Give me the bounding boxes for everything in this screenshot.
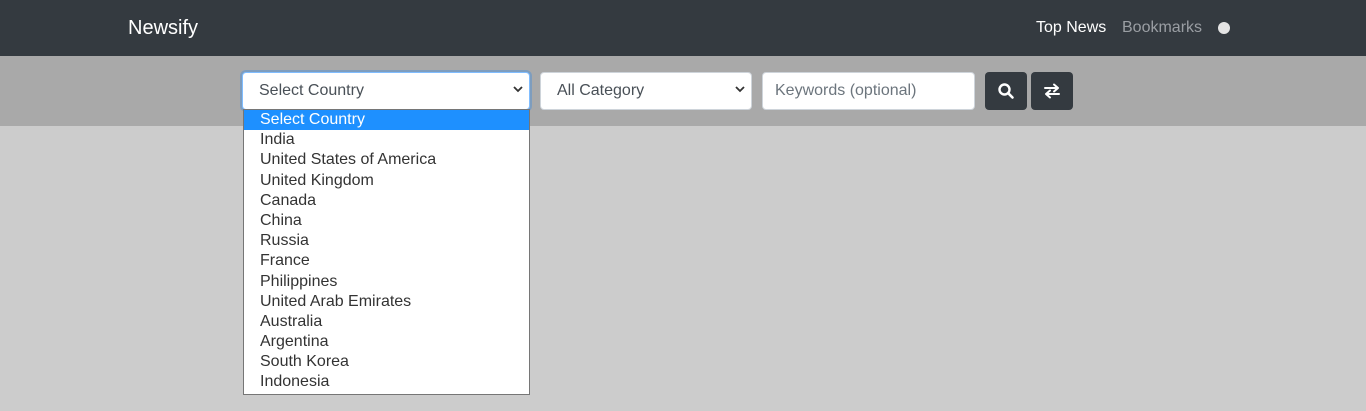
category-select[interactable]: All Category xyxy=(540,72,752,110)
theme-toggle-icon[interactable] xyxy=(1218,22,1230,34)
country-select[interactable]: Select Country xyxy=(242,72,530,110)
country-option[interactable]: Philippines xyxy=(244,272,529,292)
country-option[interactable]: South Korea xyxy=(244,352,529,372)
country-option[interactable]: United Kingdom xyxy=(244,171,529,191)
country-option[interactable]: Select Country xyxy=(244,110,529,130)
country-option[interactable]: China xyxy=(244,211,529,231)
swap-button[interactable] xyxy=(1031,72,1073,110)
country-option[interactable]: India xyxy=(244,130,529,150)
keywords-input[interactable]: Keywords (optional) xyxy=(762,72,975,110)
search-button[interactable] xyxy=(985,72,1027,110)
country-dropdown-list: Select Country India United States of Am… xyxy=(243,109,530,395)
category-select-value: All Category xyxy=(557,82,645,99)
country-option[interactable]: Australia xyxy=(244,312,529,332)
country-option[interactable]: Russia xyxy=(244,231,529,251)
chevron-down-icon xyxy=(512,73,524,109)
top-navbar: Newsify Top News Bookmarks xyxy=(0,0,1366,56)
country-option[interactable]: Indonesia xyxy=(244,372,529,392)
nav-top-news[interactable]: Top News xyxy=(1036,18,1106,38)
country-option[interactable]: Argentina xyxy=(244,332,529,352)
nav-bookmarks[interactable]: Bookmarks xyxy=(1122,18,1202,38)
country-option[interactable]: United States of America xyxy=(244,150,529,170)
country-option[interactable]: France xyxy=(244,251,529,271)
brand-logo[interactable]: Newsify xyxy=(128,16,198,40)
country-option[interactable]: Canada xyxy=(244,191,529,211)
swap-icon xyxy=(1044,83,1060,99)
country-option[interactable]: United Arab Emirates xyxy=(244,292,529,312)
country-select-value: Select Country xyxy=(259,82,364,99)
search-icon xyxy=(998,83,1014,99)
chevron-down-icon xyxy=(734,73,746,109)
